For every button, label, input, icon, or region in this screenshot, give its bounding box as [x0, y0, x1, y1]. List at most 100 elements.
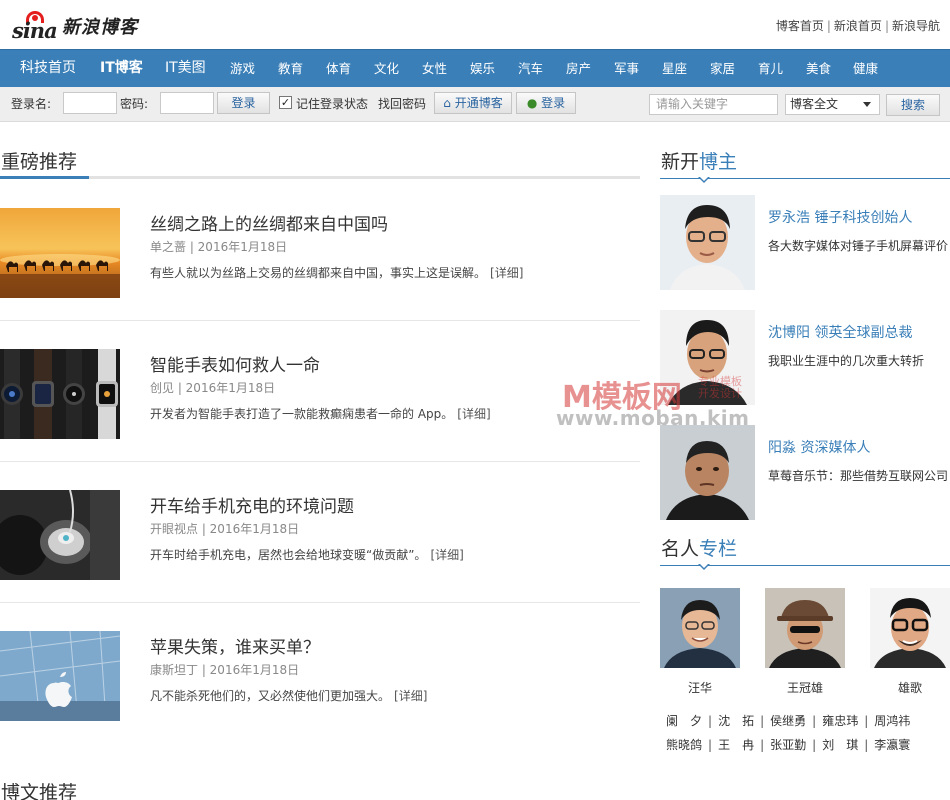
sina-login-button[interactable]: ● 登录	[516, 92, 576, 114]
blogger-item: 阳淼 资深媒体人 草莓音乐节：那些借势互联网公司	[660, 425, 950, 520]
nav-military[interactable]: 军事	[614, 50, 639, 88]
blogger-item: 沈博阳 领英全球副总裁 我职业生涯中的几次重大转折	[660, 310, 950, 405]
columnist-card[interactable]: 雄歌	[870, 588, 950, 696]
sina-login-label: 登录	[541, 96, 566, 110]
blogger-name[interactable]: 罗永浩 锤子科技创始人	[768, 207, 912, 227]
detail-link[interactable]: [详细]	[490, 266, 523, 280]
blogger-avatar[interactable]	[660, 310, 755, 405]
nav-it-pictures[interactable]: IT美图	[165, 50, 206, 88]
article-item: 苹果失策，谁来买单？ 康斯坦丁 | 2016年1月18日 凡不能杀死他们的，又必…	[0, 603, 640, 744]
nav-games[interactable]: 游戏	[230, 50, 255, 88]
remember-label: 记住登录状态	[296, 97, 369, 111]
login-bar: 登录名: 密码: 登录 ✓ 记住登录状态 找回密码 ⌂ 开通博客 ● 登录 请输…	[0, 87, 950, 122]
nav-entertainment[interactable]: 娱乐	[470, 50, 495, 88]
remember-checkbox[interactable]: ✓	[279, 96, 292, 109]
columns-heading: 名人专栏	[661, 538, 738, 560]
blogger-post[interactable]: 各大数字媒体对锤子手机屏幕评价	[768, 237, 948, 254]
article-summary: 开车时给手机充电，居然也会给地球变暖“做贡献”。 [详细]	[150, 548, 464, 562]
sina-blog-logo[interactable]: sina 新浪博客	[12, 9, 138, 43]
chevron-down-icon	[863, 102, 871, 107]
columnist-name: 雄歌	[897, 681, 922, 695]
nav-culture[interactable]: 文化	[374, 50, 399, 88]
columnist-link[interactable]: 沈 拓	[718, 714, 754, 728]
article-title[interactable]: 开车给手机充电的环境问题	[150, 492, 354, 517]
smartwatches-image[interactable]	[0, 349, 120, 439]
blogger-post[interactable]: 草莓音乐节：那些借势互联网公司	[768, 467, 948, 484]
detail-link[interactable]: [详细]	[457, 407, 490, 421]
nav-health[interactable]: 健康	[853, 50, 878, 88]
search-scope-select[interactable]: 博客全文	[785, 94, 880, 115]
columnist-link[interactable]: 侯继勇	[770, 714, 806, 728]
columnist-link[interactable]: 周鸿祎	[874, 714, 910, 728]
nav-astrology[interactable]: 星座	[662, 50, 687, 88]
channel-nav: 科技首页 IT博客 IT美图 游戏 教育 体育 文化 女性 娱乐 汽车 房产 军…	[0, 49, 950, 87]
article-title[interactable]: 智能手表如何救人一命	[150, 351, 320, 376]
password-input[interactable]	[160, 92, 214, 114]
nav-house[interactable]: 房产	[566, 50, 591, 88]
new-bloggers-rule	[660, 176, 950, 183]
columnist-link[interactable]: 王 冉	[718, 738, 754, 752]
sina-home-link[interactable]: 新浪首页	[834, 19, 882, 33]
open-blog-button[interactable]: ⌂ 开通博客	[434, 92, 512, 114]
sina-nav-link[interactable]: 新浪导航	[892, 19, 940, 33]
article-meta: 开眼视点 | 2016年1月18日	[150, 522, 300, 536]
columnist-name: 王冠雄	[786, 681, 823, 695]
blogger-avatar[interactable]	[660, 425, 755, 520]
blog-recommend-heading: 博文推荐	[1, 782, 78, 800]
forgot-password-link[interactable]: 找回密码	[378, 95, 426, 112]
article-summary: 开发者为智能手表打造了一款能救癫痫患者一命的 App。 [详细]	[150, 407, 491, 421]
article-meta: 单之蔷 | 2016年1月18日	[150, 240, 288, 254]
columnist-card[interactable]: 汪华	[660, 588, 740, 696]
site-header: sina 新浪博客 博客首页 | 新浪首页 | 新浪导航	[0, 0, 950, 49]
nav-education[interactable]: 教育	[278, 50, 303, 88]
detail-link[interactable]: [详细]	[394, 689, 427, 703]
nav-women[interactable]: 女性	[422, 50, 447, 88]
search-input[interactable]: 请输入关键字	[649, 94, 778, 115]
car-charger-image[interactable]	[0, 490, 120, 580]
desert-camel-caravan-image[interactable]	[0, 208, 120, 298]
featured-heading: 重磅推荐	[1, 151, 78, 173]
blog-home-link[interactable]: 博客首页	[776, 19, 824, 33]
blogger-avatar[interactable]	[660, 195, 755, 290]
open-blog-label: 开通博客	[454, 96, 503, 110]
columnist-link[interactable]: 刘 琪	[822, 738, 858, 752]
columnist-link[interactable]: 李瀛寰	[874, 738, 910, 752]
columnist-avatar	[765, 588, 845, 668]
blogger-item: 罗永浩 锤子科技创始人 各大数字媒体对锤子手机屏幕评价	[660, 195, 950, 290]
search-scope-value: 博客全文	[790, 97, 839, 111]
article-meta: 创见 | 2016年1月18日	[150, 381, 276, 395]
login-button[interactable]: 登录	[217, 92, 270, 114]
search-button[interactable]: 搜索	[886, 94, 940, 116]
columnist-link[interactable]: 阑 夕	[666, 714, 702, 728]
featured-heading-rule	[0, 176, 640, 179]
blogger-post[interactable]: 我职业生涯中的几次重大转折	[768, 352, 924, 369]
new-bloggers-heading: 新开博主	[661, 151, 738, 173]
sina-user-icon: ●	[526, 96, 538, 110]
article-title[interactable]: 丝绸之路上的丝绸都来自中国吗	[150, 210, 388, 235]
article-item: 智能手表如何救人一命 创见 | 2016年1月18日 开发者为智能手表打造了一款…	[0, 321, 640, 462]
detail-link[interactable]: [详细]	[430, 548, 463, 562]
nav-tech-home[interactable]: 科技首页	[20, 50, 76, 88]
apple-store-image[interactable]	[0, 631, 120, 721]
nav-it-blog[interactable]: IT博客	[100, 50, 143, 88]
columnist-list-row: 熊晓鸽 | 王 冉 | 张亚勤 | 刘 琪 | 李瀛寰	[666, 738, 911, 752]
article-item: 开车给手机充电的环境问题 开眼视点 | 2016年1月18日 开车时给手机充电，…	[0, 462, 640, 603]
columnist-link[interactable]: 雍忠玮	[822, 714, 858, 728]
blogger-name[interactable]: 阳淼 资深媒体人	[768, 437, 870, 457]
columnist-link[interactable]: 张亚勤	[770, 738, 806, 752]
username-input[interactable]	[63, 92, 117, 114]
sina-eye-logo-icon: sina	[12, 10, 60, 43]
logo-text: 新浪博客	[62, 17, 138, 38]
article-title[interactable]: 苹果失策，谁来买单？	[150, 633, 320, 658]
nav-home-living[interactable]: 家居	[710, 50, 735, 88]
home-icon: ⌂	[443, 96, 451, 110]
columnist-name: 汪华	[687, 681, 712, 695]
columnist-link[interactable]: 熊晓鸽	[666, 738, 702, 752]
nav-food[interactable]: 美食	[806, 50, 831, 88]
columnist-card[interactable]: 王冠雄	[765, 588, 845, 696]
nav-auto[interactable]: 汽车	[518, 50, 543, 88]
nav-sports[interactable]: 体育	[326, 50, 351, 88]
blogger-name[interactable]: 沈博阳 领英全球副总裁	[768, 322, 912, 342]
nav-parenting[interactable]: 育儿	[758, 50, 783, 88]
article-summary: 凡不能杀死他们的，又必然使他们更加强大。 [详细]	[150, 689, 428, 703]
